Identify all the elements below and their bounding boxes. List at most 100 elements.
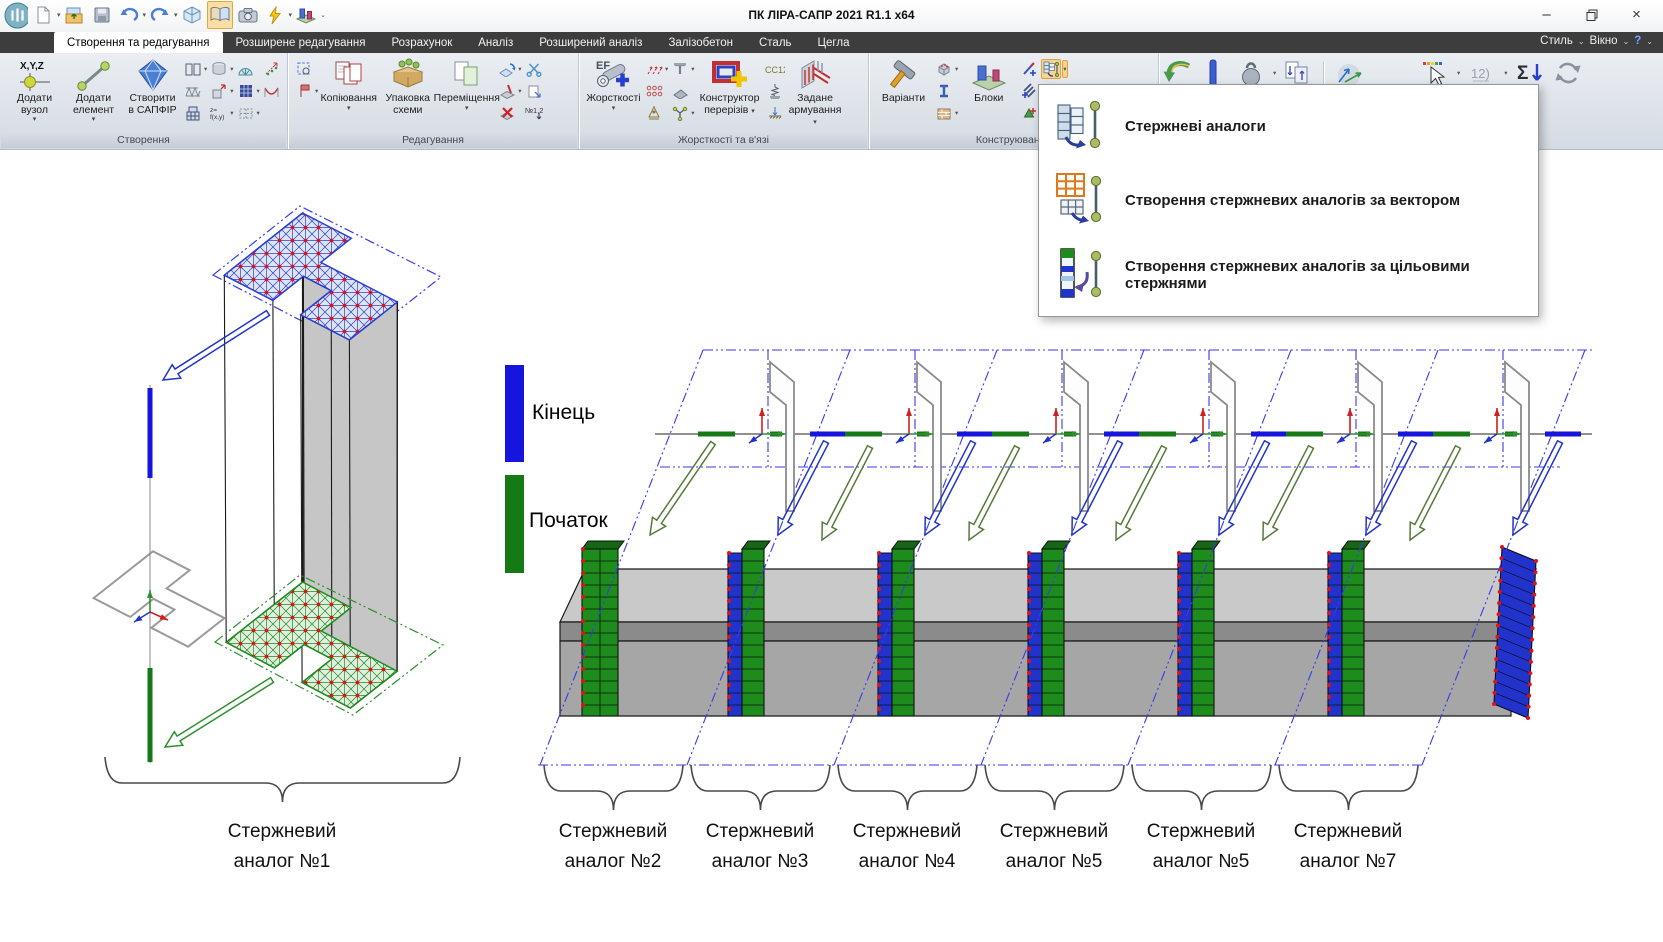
joint-caret-icon[interactable]: ▾ bbox=[691, 109, 694, 117]
dashed-grid-caret-icon[interactable]: ▾ bbox=[257, 109, 260, 117]
help-chevron-icon[interactable]: ⌄ bbox=[1646, 37, 1653, 46]
save-icon[interactable] bbox=[90, 2, 114, 28]
help-menu[interactable]: ? bbox=[1634, 35, 1641, 47]
tab-brick[interactable]: Цегла bbox=[805, 33, 863, 53]
masonry-icon[interactable] bbox=[934, 103, 954, 123]
zfxy-caret-icon[interactable]: ▾ bbox=[230, 109, 233, 117]
flag-caret-icon[interactable]: ▾ bbox=[315, 87, 318, 95]
solid-caret-icon[interactable]: ▾ bbox=[230, 87, 233, 95]
fragment-flag-icon[interactable] bbox=[294, 81, 314, 101]
springs-icon[interactable] bbox=[644, 81, 664, 101]
building-frame-icon[interactable] bbox=[183, 103, 203, 123]
tab-advanced-analysis[interactable]: Розширений аналіз bbox=[526, 33, 655, 53]
pack-scheme-button[interactable]: Упаковкасхеми bbox=[379, 55, 436, 116]
tab-create-edit[interactable]: Створення та редагування bbox=[54, 32, 223, 53]
new-document-caret-icon[interactable]: ▾ bbox=[57, 11, 61, 19]
refresh-icon[interactable] bbox=[1552, 57, 1584, 89]
joint-icon[interactable] bbox=[670, 103, 690, 123]
delete-element-icon[interactable] bbox=[497, 103, 517, 123]
add-node-button[interactable]: X,Y,Z Додативузол▾ bbox=[6, 55, 63, 123]
flash-recalc-icon[interactable] bbox=[263, 2, 287, 28]
frame-caret-icon[interactable]: ▾ bbox=[204, 65, 207, 73]
mirror-icon[interactable] bbox=[497, 81, 517, 101]
pier-head-icon[interactable] bbox=[670, 59, 690, 79]
resize-fragment-icon[interactable] bbox=[524, 81, 544, 101]
stiffness-button[interactable]: EF Жорсткості▾ bbox=[585, 55, 642, 112]
minimize-button[interactable]: – bbox=[1524, 0, 1569, 29]
cylinder-surface-icon[interactable] bbox=[209, 59, 229, 79]
pier-caret-icon[interactable]: ▾ bbox=[691, 65, 694, 73]
rotate-caret-icon[interactable]: ▾ bbox=[518, 65, 521, 73]
concrete-design-icon[interactable] bbox=[934, 59, 954, 79]
masonry-caret-icon[interactable]: ▾ bbox=[955, 109, 958, 117]
window-menu-item[interactable]: Вікно bbox=[1590, 35, 1618, 47]
pick-color-caret-icon[interactable]: ▾ bbox=[1457, 69, 1460, 77]
given-reinforcement-button[interactable]: Заданеармування ▾ bbox=[787, 55, 844, 128]
rotate-copy-icon[interactable] bbox=[497, 59, 517, 79]
add-design-node-icon[interactable] bbox=[1019, 103, 1039, 123]
add-design-bar-icon[interactable] bbox=[1019, 59, 1039, 79]
window-chevron-icon[interactable]: ⌄ bbox=[1623, 37, 1630, 46]
import-dxf-icon[interactable] bbox=[262, 59, 282, 79]
tab-advanced-edit[interactable]: Розширене редагування bbox=[223, 33, 379, 53]
menu-item-bar-analogs[interactable]: Стержневі аналоги bbox=[1039, 97, 1538, 155]
crane-load-icon[interactable] bbox=[644, 103, 664, 123]
ground-support-icon[interactable] bbox=[765, 103, 785, 123]
style-chevron-icon[interactable]: ⌄ bbox=[1578, 37, 1585, 46]
create-in-sapfir-button[interactable]: Створитив САПФІР bbox=[124, 55, 181, 116]
rope-surface-icon[interactable] bbox=[262, 81, 282, 101]
cylinder-caret-icon[interactable]: ▾ bbox=[230, 65, 233, 73]
variants-button[interactable]: Варіанти bbox=[875, 55, 932, 105]
style-menu[interactable]: Стиль bbox=[1540, 35, 1573, 47]
mesh-node bbox=[581, 703, 585, 707]
restore-button[interactable] bbox=[1569, 0, 1614, 29]
redo-caret-icon[interactable]: ▾ bbox=[174, 11, 178, 19]
bar-analogs-caret-icon[interactable]: ▾ bbox=[1062, 60, 1067, 78]
dense-mesh-caret-icon[interactable]: ▾ bbox=[257, 87, 260, 95]
close-button[interactable]: × bbox=[1614, 0, 1659, 29]
flash-caret-icon[interactable]: ▾ bbox=[289, 11, 293, 19]
scissors-icon[interactable] bbox=[524, 59, 544, 79]
dense-mesh-icon[interactable] bbox=[236, 81, 256, 101]
elastic-support-icon[interactable] bbox=[765, 81, 785, 101]
frame-scheme-icon[interactable] bbox=[183, 59, 203, 79]
tab-steel[interactable]: Сталь bbox=[746, 33, 805, 53]
tab-analysis[interactable]: Аналіз bbox=[465, 33, 526, 53]
select-mesh-icon[interactable] bbox=[294, 59, 314, 79]
move-button[interactable]: Переміщення▾ bbox=[438, 55, 495, 112]
menu-item-analogs-by-vector[interactable]: Створення стержневих аналогів за векторо… bbox=[1039, 171, 1538, 229]
add-element-button[interactable]: Додатиелемент▾ bbox=[65, 55, 122, 123]
tab-calculation[interactable]: Розрахунок bbox=[378, 33, 465, 53]
bar-analogs-dropdown-button[interactable] bbox=[1041, 59, 1061, 79]
plate-element-icon[interactable] bbox=[670, 81, 690, 101]
weight-caret-icon[interactable]: ▾ bbox=[1273, 69, 1276, 77]
concrete-caret-icon[interactable]: ▾ bbox=[955, 65, 958, 73]
renumber-icon[interactable]: №1,2 bbox=[524, 103, 544, 123]
copy-button[interactable]: Копіювання▾ bbox=[320, 55, 377, 112]
blocks-button[interactable]: Блоки bbox=[960, 55, 1017, 105]
section-constructor-button[interactable]: Конструкторперерізів ▾ bbox=[697, 55, 763, 116]
snapshot-icon[interactable] bbox=[236, 2, 260, 28]
show-3d-graphics-icon[interactable] bbox=[180, 2, 204, 28]
unify-bars-icon[interactable] bbox=[1019, 81, 1039, 101]
dome-surface-icon[interactable] bbox=[236, 59, 256, 79]
tab-reinforced-concrete[interactable]: Залізобетон bbox=[655, 33, 746, 53]
undo-icon[interactable] bbox=[117, 2, 141, 28]
menu-item-analogs-by-target-bars[interactable]: Створення стержневих аналогів за цільови… bbox=[1039, 246, 1538, 304]
dashed-grid-icon[interactable] bbox=[236, 103, 256, 123]
open-document-icon[interactable] bbox=[63, 2, 87, 28]
lira-logo-icon[interactable] bbox=[4, 2, 28, 28]
truss-scheme-icon[interactable] bbox=[183, 81, 203, 101]
mirror-caret-icon[interactable]: ▾ bbox=[518, 87, 521, 95]
cc12-stiffness-icon[interactable]: CC12 bbox=[765, 59, 785, 79]
solid-move-icon[interactable] bbox=[209, 81, 229, 101]
steel-beam-icon[interactable] bbox=[934, 81, 954, 101]
z-fxy-surface-icon[interactable]: z=f(x,y) bbox=[209, 103, 229, 123]
loads-caret-icon[interactable]: ▾ bbox=[665, 65, 668, 73]
redo-icon[interactable] bbox=[148, 2, 172, 28]
numbers-caret-icon[interactable]: ▾ bbox=[1504, 69, 1507, 77]
open-fragment-book-icon[interactable] bbox=[207, 1, 233, 29]
new-document-icon[interactable] bbox=[31, 2, 55, 28]
undo-caret-icon[interactable]: ▾ bbox=[143, 11, 147, 19]
nodal-loads-icon[interactable] bbox=[644, 59, 664, 79]
